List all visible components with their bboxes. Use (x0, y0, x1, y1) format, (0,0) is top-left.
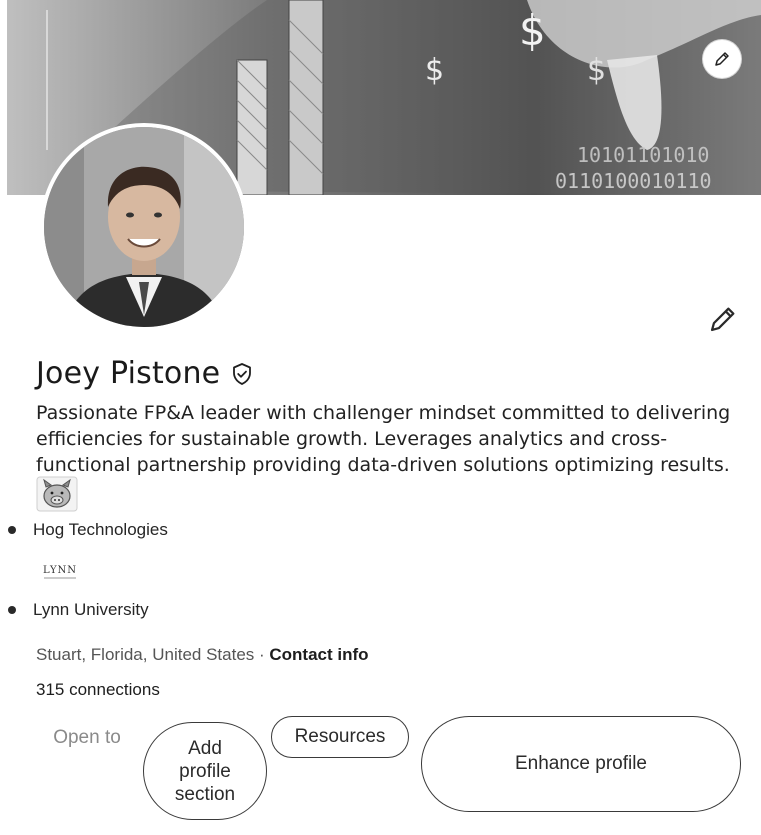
pencil-icon (715, 52, 729, 66)
enhance-profile-button[interactable]: Enhance profile (421, 716, 741, 812)
resources-label: Resources (294, 726, 386, 747)
banner-dollar: $ (519, 6, 546, 55)
hog-logo-icon (36, 476, 78, 512)
enhance-profile-label: Enhance profile (514, 753, 648, 774)
profile-name: Joey Pistone (36, 356, 221, 391)
lynn-logo-icon: LYNN (43, 565, 77, 579)
hog-technologies-logo[interactable] (36, 476, 78, 512)
name-row: Joey Pistone (36, 356, 254, 391)
edit-profile-button[interactable] (705, 303, 739, 337)
banner-dollar: $ (425, 53, 444, 88)
shield-check-icon[interactable] (230, 362, 254, 386)
bullet (8, 526, 16, 534)
bullet (8, 606, 16, 614)
location-row: Stuart, Florida, United States · Contact… (36, 645, 369, 665)
connections-count[interactable]: 315 connections (36, 680, 160, 700)
lynn-university-logo[interactable]: LYNN (34, 562, 86, 584)
contact-info-link[interactable]: Contact info (269, 645, 368, 664)
add-profile-section-label: Add profile section (174, 737, 236, 805)
education-label: Lynn University (33, 600, 149, 619)
banner-binary: 10101101010 (577, 143, 709, 167)
open-to-button[interactable]: Open to (50, 726, 124, 750)
banner-binary: 0110100010110 (555, 169, 712, 193)
banner-dollar: $ (587, 53, 606, 88)
lynn-logo-text: LYNN (43, 565, 77, 576)
profile-photo[interactable] (40, 123, 248, 331)
avatar (44, 127, 244, 327)
education-item[interactable]: Lynn University (8, 600, 149, 620)
edit-banner-button[interactable] (703, 40, 741, 78)
add-profile-section-button[interactable]: Add profile section (143, 722, 267, 820)
resources-button[interactable]: Resources (271, 716, 409, 758)
profile-headline: Passionate FP&A leader with challenger m… (36, 402, 731, 476)
pencil-icon (710, 307, 735, 332)
location-separator: · (254, 645, 270, 664)
experience-label: Hog Technologies (33, 520, 168, 539)
experience-item[interactable]: Hog Technologies (8, 520, 168, 540)
location-text: Stuart, Florida, United States (36, 645, 255, 664)
